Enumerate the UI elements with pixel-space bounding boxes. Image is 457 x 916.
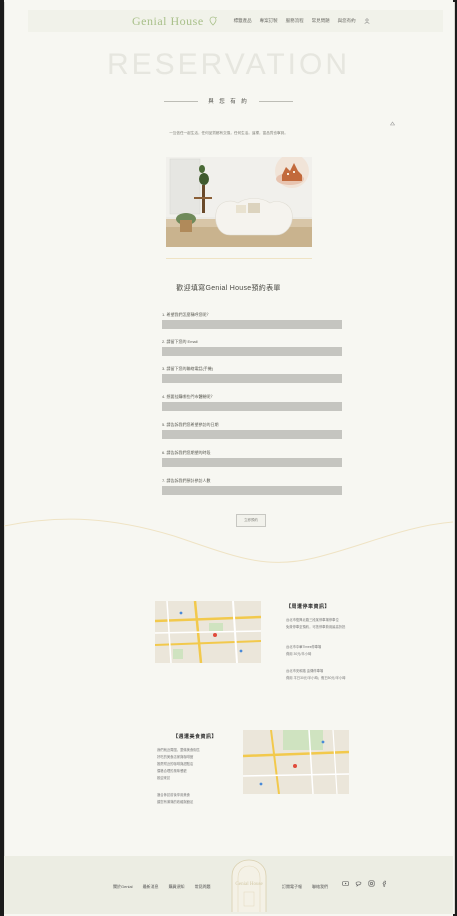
food-info-line: 適合參訪前後享用美食 (157, 793, 190, 797)
parking-info-line: 費用 平日30元/半小時；假日50元/半小時 (286, 676, 346, 680)
footer-logo-text: Genial House (235, 882, 263, 887)
food-info-title: 【週遭美食資訊】 (173, 734, 218, 740)
divider (166, 258, 312, 259)
decorative-wave (4, 518, 453, 563)
form-question: 7. 請告訴我們預計參訪人數 (162, 478, 342, 495)
subtitle-text: 與 您 有 約 (208, 99, 249, 105)
food-info-line: 我們就近周圍，整條美食街區 (157, 748, 200, 752)
scroll-top-icon[interactable] (389, 120, 396, 127)
question-label: 1. 希望我們怎麼稱呼您呢？ (162, 312, 211, 317)
form-question: 5. 請告訴我們您希望參訪的日期 (162, 422, 342, 439)
page-title: RESERVATION (106, 48, 351, 81)
parking-info-title: 【周遭停車資訊】 (286, 604, 331, 610)
form-question: 2. 請留下您的 Email (162, 339, 342, 356)
visitors-input[interactable] (162, 486, 342, 495)
line-icon[interactable] (355, 880, 362, 887)
food-info-line: 讓您有滿滿的收穫與飽足 (157, 800, 194, 804)
question-label: 3. 請留下您的聯絡電話(手機) (162, 366, 214, 371)
question-label: 2. 請留下您的 Email (162, 339, 198, 344)
name-input[interactable] (162, 320, 342, 329)
food-map[interactable] (243, 730, 349, 794)
form-question: 4. 想要挂購哪些門市體驗呢？ (162, 394, 342, 411)
footer-link-newsletter[interactable]: 訂閱電子報 (282, 884, 302, 890)
facebook-icon[interactable] (381, 880, 388, 887)
section-subtitle: 與 您 有 約 (0, 97, 457, 105)
youtube-icon[interactable] (342, 880, 349, 887)
divider (164, 100, 199, 102)
footer-links-left: 關於Genial 最新消息 購買須知 常見問題 (113, 884, 211, 890)
nav-item-reservation[interactable]: 與您有約 (338, 18, 356, 24)
question-label: 6. 請告訴我們您期望的時段 (162, 450, 211, 455)
form-title: 歡迎填寫Genial House預約表單 (176, 285, 281, 292)
site-footer: 關於Genial 最新消息 購買須知 常見問題 Genial House 訂閱電… (4, 856, 453, 914)
site-header: Genial House 標籤產品 專案訂製 服務流程 常見問題 與您有約 (28, 10, 443, 32)
footer-link-news[interactable]: 最新消息 (143, 884, 159, 890)
food-info-line: 好吃的美食店家與咖啡館 (157, 755, 194, 759)
food-info-line: 推薦附近的咖啡與甜點店 (157, 762, 194, 766)
phone-input[interactable] (162, 374, 342, 383)
social-icons (342, 880, 388, 887)
parking-map[interactable] (155, 601, 261, 663)
divider (258, 100, 293, 102)
form-question: 3. 請留下您的聯絡電話(手機) (162, 366, 342, 383)
user-icon[interactable] (364, 18, 370, 24)
date-input[interactable] (162, 430, 342, 439)
intro-description: 一互信任一起生活，任何品質都有交換，任何生活。這樣，富品質也寧到。 (169, 131, 288, 135)
footer-links-right: 訂閱電子報 聯絡我們 (282, 884, 328, 890)
parking-info-line: 台北市復興北路三段某停車場停車位 (286, 618, 339, 622)
food-info-line: 歡迎來訪 (157, 776, 171, 780)
parking-info-line: 費用 30元/半小時 (286, 652, 312, 656)
parking-info-line: 台北市中華Times停車場 (286, 645, 322, 649)
site-logo[interactable]: Genial House (132, 14, 204, 29)
instagram-icon[interactable] (368, 880, 375, 887)
nav-item-process[interactable]: 服務流程 (286, 18, 304, 24)
showroom-photo (166, 157, 312, 247)
parking-info-line: 免費停車至預約，可抵停車費用最高折抵 (286, 625, 346, 629)
food-info-line: 價格合理的風味餐廳 (157, 769, 187, 773)
footer-link-purchase[interactable]: 購買須知 (169, 884, 185, 890)
nav-item-faq[interactable]: 常見問題 (312, 18, 330, 24)
question-label: 5. 請告訴我們您希望參訪的日期 (162, 422, 219, 427)
footer-link-about[interactable]: 關於Genial (113, 884, 133, 890)
email-input[interactable] (162, 347, 342, 356)
form-question: 1. 希望我們怎麼稱呼您呢？ (162, 312, 342, 329)
parking-info-line: 台北市安和路 遠傳停車場 (286, 669, 324, 673)
footer-link-contact[interactable]: 聯絡我們 (312, 884, 328, 890)
form-question: 6. 請告訴我們您期望的時段 (162, 450, 342, 467)
nav-item-products[interactable]: 標籤產品 (234, 18, 252, 24)
submit-button[interactable]: 立即預約 (236, 514, 266, 527)
question-label: 4. 想要挂購哪些門市體驗呢？ (162, 394, 215, 399)
nav-item-custom[interactable]: 專案訂製 (260, 18, 278, 24)
store-select[interactable] (162, 402, 342, 411)
time-input[interactable] (162, 458, 342, 467)
main-nav: 標籤產品 專案訂製 服務流程 常見問題 與您有約 (234, 18, 370, 24)
location-pin-icon (209, 16, 217, 26)
question-label: 7. 請告訴我們預計參訪人數 (162, 478, 211, 483)
footer-link-faq[interactable]: 常見問題 (195, 884, 211, 890)
